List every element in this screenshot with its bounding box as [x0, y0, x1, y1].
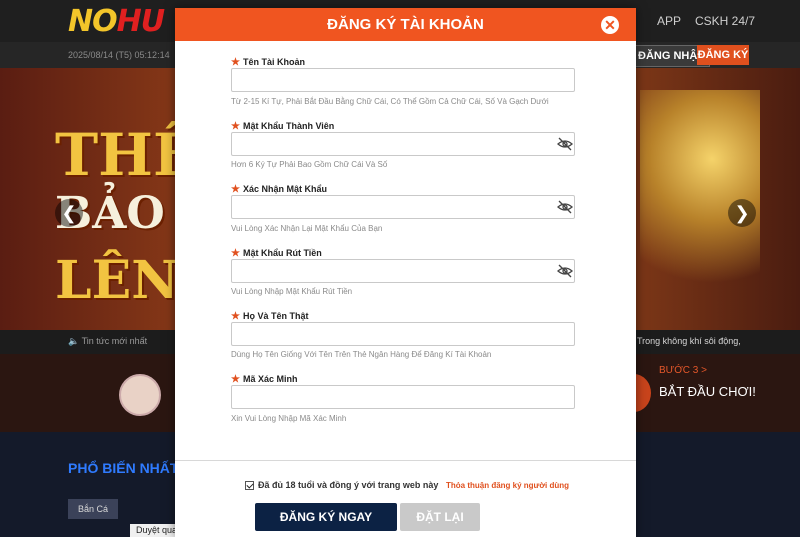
modal-title: ĐĂNG KÝ TÀI KHOẢN: [327, 16, 484, 33]
eye-off-icon[interactable]: [557, 264, 573, 278]
required-star-icon: ★: [231, 57, 240, 68]
field-label-text: Mã Xác Minh: [242, 374, 298, 384]
field-label-text: Xác Nhận Mật Khẩu: [242, 184, 327, 194]
field-hint-fullname: Dùng Họ Tên Giống Với Tên Trên Thẻ Ngân …: [231, 350, 492, 359]
logo-part-1: NO: [68, 4, 118, 39]
popular-title: PHỔ BIẾN NHẤT: [68, 460, 179, 476]
field-label-verification-code: ★ Mã Xác Minh: [231, 374, 297, 385]
field-hint-withdraw-password: Vui Lòng Nhập Mật Khẩu Rút Tiền: [231, 287, 353, 296]
ticker-message: Trong không khí sôi động,: [637, 336, 741, 346]
step-avatar-icon: [119, 374, 161, 416]
username-input[interactable]: [231, 68, 575, 92]
field-hint-verification-code: Xin Vui Lòng Nhập Mã Xác Minh: [231, 414, 347, 423]
fullname-input[interactable]: [231, 322, 575, 346]
field-label-text: Mật Khẩu Rút Tiền: [242, 248, 322, 258]
required-star-icon: ★: [231, 121, 240, 132]
register-button[interactable]: ĐĂNG KÝ: [697, 45, 749, 65]
logo-part-2: HU: [116, 4, 165, 39]
modal-header: ĐĂNG KÝ TÀI KHOẢN ✕: [175, 8, 636, 41]
required-star-icon: ★: [231, 311, 240, 322]
agree-text: Đã đủ 18 tuổi và đồng ý với trang web nà…: [258, 480, 439, 490]
nav-app-link[interactable]: APP: [657, 14, 681, 28]
field-label-text: Mật Khẩu Thành Viên: [242, 121, 335, 131]
field-hint-password: Hơn 6 Ký Tự Phải Bao Gồm Chữ Cái Và Số: [231, 160, 388, 169]
step3-text: BẮT ĐẦU CHƠI!: [659, 384, 756, 399]
site-logo[interactable]: NOHU: [68, 4, 165, 39]
confirm-password-input[interactable]: [231, 195, 575, 219]
field-label-username: ★ Tên Tài Khoản: [231, 57, 305, 68]
password-input[interactable]: [231, 132, 575, 156]
field-label-withdraw-password: ★ Mật Khẩu Rút Tiền: [231, 248, 322, 259]
divider: [175, 460, 636, 461]
agree-checkbox[interactable]: [245, 481, 254, 490]
datetime-display: 2025/08/14 (T5) 05:12:14: [68, 50, 170, 60]
field-label-fullname: ★ Họ Và Tên Thật: [231, 311, 308, 322]
step3-title: BƯỚC 3 >: [659, 365, 707, 376]
verification-code-input[interactable]: [231, 385, 575, 409]
field-label-text: Họ Và Tên Thật: [242, 311, 309, 321]
reset-button[interactable]: ĐẶT LẠI: [400, 503, 480, 531]
required-star-icon: ★: [231, 248, 240, 259]
ticker-label-text: Tin tức mới nhất: [81, 336, 148, 346]
banner-next-arrow-icon[interactable]: ❯: [728, 199, 756, 227]
ticker-label: 🔈 Tin tức mới nhất: [68, 336, 147, 347]
field-label-text: Tên Tài Khoản: [242, 57, 305, 67]
eye-off-icon[interactable]: [557, 137, 573, 151]
required-star-icon: ★: [231, 374, 240, 385]
user-agreement-link[interactable]: Thỏa thuận đăng ký người dùng: [446, 481, 569, 490]
register-modal: ĐĂNG KÝ TÀI KHOẢN ✕ ★ Tên Tài Khoản Từ 2-…: [175, 8, 636, 537]
nav-support-link[interactable]: CSKH 24/7: [695, 14, 755, 28]
banner-prev-arrow-icon[interactable]: ❮: [55, 199, 83, 227]
field-hint-confirm-password: Vui Lòng Xác Nhận Lại Mật Khẩu Của Bạn: [231, 224, 383, 233]
close-icon[interactable]: ✕: [601, 16, 619, 34]
eye-off-icon[interactable]: [557, 200, 573, 214]
field-hint-username: Từ 2-15 Kí Tự, Phải Bắt Đầu Bằng Chữ Cái…: [231, 97, 549, 106]
required-star-icon: ★: [231, 184, 240, 195]
field-label-password: ★ Mật Khẩu Thành Viên: [231, 121, 334, 132]
tab-fish-game[interactable]: Bắn Cá: [68, 499, 118, 519]
speaker-icon: 🔈: [68, 336, 80, 346]
field-label-confirm-password: ★ Xác Nhận Mật Khẩu: [231, 184, 327, 195]
register-now-button[interactable]: ĐĂNG KÝ NGAY: [255, 503, 397, 531]
withdraw-password-input[interactable]: [231, 259, 575, 283]
